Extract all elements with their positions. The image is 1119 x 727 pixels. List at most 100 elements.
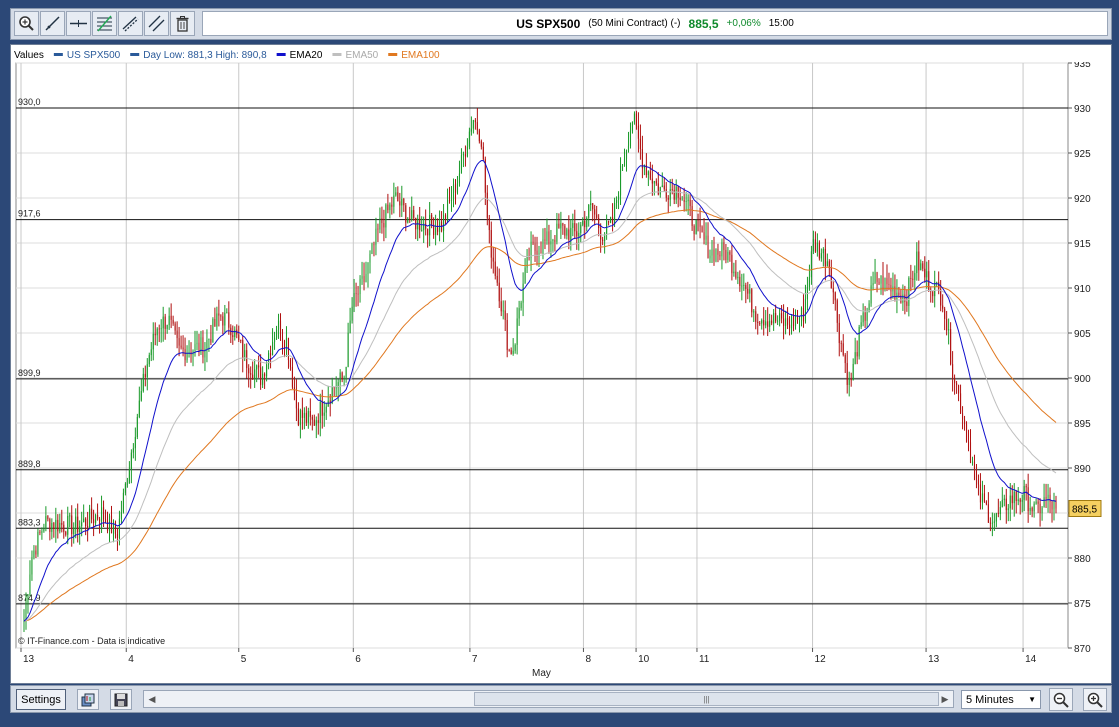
zoom-in-button[interactable] bbox=[1083, 688, 1107, 711]
candle-body bbox=[61, 522, 63, 525]
candle-body bbox=[468, 131, 470, 147]
candle-body bbox=[1019, 499, 1021, 502]
settings-button[interactable]: Settings bbox=[16, 689, 66, 710]
fibonacci-icon[interactable] bbox=[92, 11, 117, 36]
zoom-out-button[interactable] bbox=[1049, 688, 1073, 711]
candle-body bbox=[701, 226, 703, 233]
time-scrollbar[interactable]: ◀ ||| ▶ bbox=[143, 690, 954, 708]
candle-body bbox=[727, 251, 729, 260]
candle-body bbox=[952, 364, 954, 378]
candle-body bbox=[452, 184, 455, 200]
x-tick-label: 14 bbox=[1025, 654, 1037, 665]
candle-body bbox=[331, 387, 333, 404]
level-label: 883,3 bbox=[18, 517, 41, 527]
candle-body bbox=[584, 220, 586, 228]
candle-body bbox=[673, 189, 675, 200]
candle-body bbox=[973, 461, 976, 469]
candle-body bbox=[85, 518, 87, 526]
candle-body bbox=[1041, 507, 1043, 514]
app-window: US SPX500 (50 Mini Contract) (-) 885,5 +… bbox=[0, 0, 1119, 727]
candle-body bbox=[623, 158, 626, 166]
candle-body bbox=[518, 308, 520, 319]
candle-body bbox=[655, 180, 657, 184]
candle-body bbox=[401, 198, 403, 206]
candle-body bbox=[651, 178, 653, 184]
candle-body bbox=[319, 402, 321, 423]
candle-body bbox=[122, 492, 124, 512]
candle-body bbox=[136, 416, 138, 438]
candle-body bbox=[578, 232, 580, 237]
candle-body bbox=[983, 493, 985, 502]
trend-line-icon[interactable] bbox=[40, 11, 65, 36]
candle-body bbox=[639, 138, 641, 149]
candle-body bbox=[789, 324, 791, 329]
chart-settings-icon[interactable] bbox=[77, 689, 99, 710]
candle-body bbox=[476, 122, 478, 131]
x-tick-label: 4 bbox=[128, 654, 134, 665]
candle-body bbox=[679, 197, 681, 200]
candle-body bbox=[862, 312, 864, 323]
candle-body bbox=[649, 171, 651, 179]
candle-body bbox=[810, 251, 812, 278]
candle-body bbox=[152, 333, 154, 350]
candle-body bbox=[482, 146, 484, 160]
candle-body bbox=[206, 339, 208, 349]
candle-body bbox=[908, 277, 910, 306]
candle-body bbox=[580, 224, 582, 233]
candle-body bbox=[71, 515, 73, 535]
candle-body bbox=[520, 302, 522, 309]
candle-body bbox=[335, 387, 337, 389]
candle-body bbox=[826, 261, 828, 267]
scroll-left-icon[interactable]: ◀ bbox=[144, 691, 160, 707]
candle-body bbox=[709, 255, 711, 259]
candle-body bbox=[546, 231, 548, 242]
candle-body bbox=[450, 199, 453, 201]
drawing-toolbar: US SPX500 (50 Mini Contract) (-) 885,5 +… bbox=[10, 8, 1112, 40]
candle-body bbox=[299, 410, 301, 426]
legend-swatch bbox=[130, 53, 140, 56]
zoom-in-tool-icon[interactable] bbox=[14, 11, 39, 36]
candle-body bbox=[77, 516, 79, 533]
scroll-thumb[interactable]: ||| bbox=[474, 692, 939, 706]
candle-body bbox=[226, 312, 228, 314]
candle-body bbox=[158, 328, 160, 330]
interval-select[interactable]: 5 Minutes ▼ bbox=[961, 690, 1041, 709]
scroll-right-icon[interactable]: ▶ bbox=[937, 691, 953, 707]
candle-body bbox=[1015, 491, 1017, 501]
last-price-label: 885,5 bbox=[1072, 505, 1097, 516]
candle-body bbox=[254, 369, 256, 379]
channel-icon[interactable] bbox=[118, 11, 143, 36]
candle-body bbox=[562, 223, 564, 226]
x-tick-label: 6 bbox=[355, 654, 361, 665]
candle-body bbox=[675, 186, 677, 200]
price-chart[interactable]: 8708758808858908959009059109159209259309… bbox=[11, 45, 1111, 683]
horizontal-line-icon[interactable] bbox=[66, 11, 91, 36]
candle-body bbox=[763, 320, 765, 326]
candle-body bbox=[942, 305, 944, 309]
interval-value: 5 Minutes bbox=[966, 693, 1014, 706]
candle-body bbox=[240, 339, 242, 341]
parallel-lines-icon[interactable] bbox=[144, 11, 169, 36]
candle-body bbox=[1001, 499, 1003, 508]
candle-body bbox=[466, 146, 468, 157]
candle-body bbox=[627, 145, 630, 151]
candle-body bbox=[870, 285, 872, 304]
candle-body bbox=[697, 219, 699, 221]
candle-body bbox=[218, 313, 220, 316]
candle-body bbox=[184, 349, 186, 361]
y-tick-label: 925 bbox=[1074, 149, 1091, 160]
candle-body bbox=[542, 239, 544, 254]
save-icon[interactable] bbox=[110, 689, 132, 710]
chart-panel[interactable]: 8708758808858908959009059109159209259309… bbox=[10, 44, 1112, 684]
candle-body bbox=[351, 306, 353, 321]
candle-body bbox=[116, 534, 119, 538]
trash-icon[interactable] bbox=[170, 11, 195, 36]
instrument-symbol: US SPX500 bbox=[516, 16, 581, 31]
y-tick-label: 880 bbox=[1074, 554, 1091, 565]
candle-body bbox=[244, 350, 246, 359]
candle-body bbox=[1021, 499, 1023, 502]
candle-body bbox=[224, 312, 226, 326]
candle-body bbox=[250, 373, 252, 375]
candle-body bbox=[910, 277, 912, 279]
candle-body bbox=[55, 519, 57, 530]
